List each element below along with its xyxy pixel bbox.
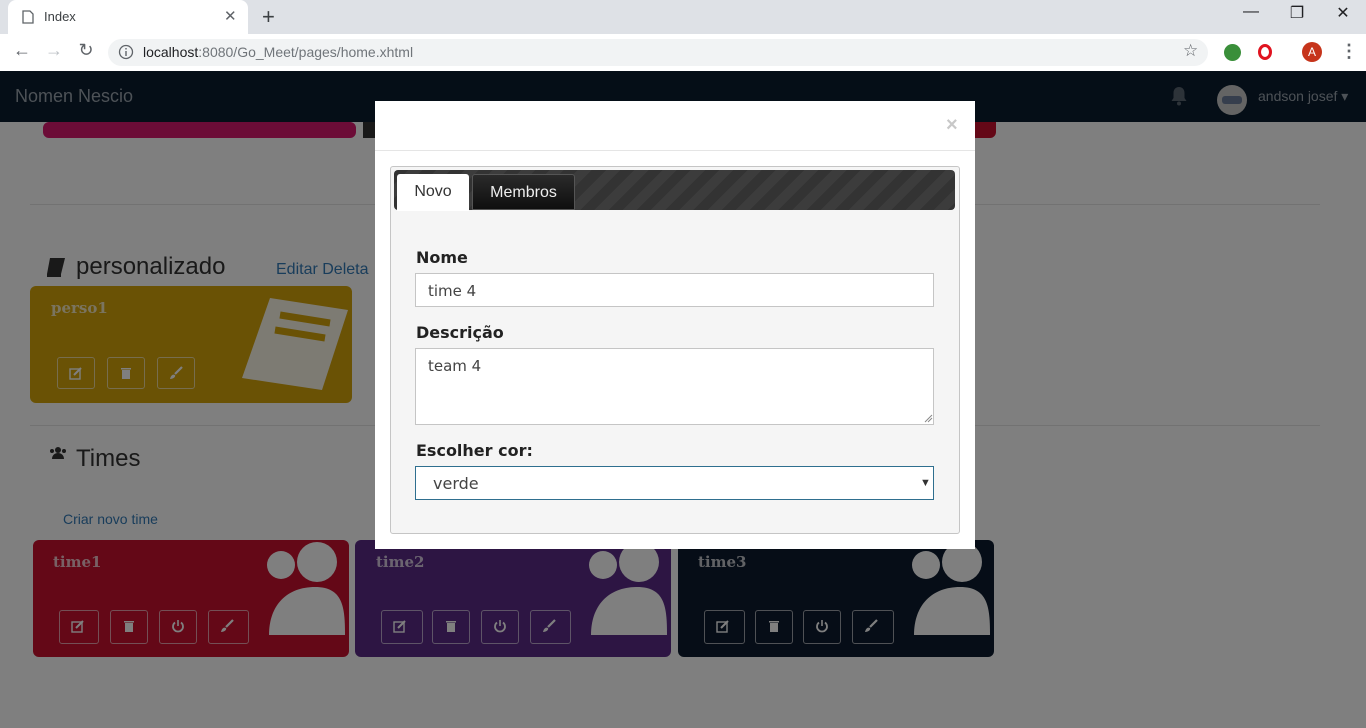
profile-avatar[interactable]: A [1302,42,1322,62]
minimize-icon[interactable]: — [1228,3,1274,21]
reload-icon[interactable]: ↻ [74,40,98,61]
new-tab-button[interactable]: + [262,4,275,30]
back-icon[interactable]: ← [10,40,34,61]
forward-icon[interactable]: → [42,40,66,61]
modal-header-divider [375,150,975,151]
restore-icon[interactable]: ❐ [1274,3,1320,23]
opera-extension-icon[interactable] [1258,44,1272,60]
resize-handle-icon[interactable] [924,414,933,423]
tab-novo[interactable]: Novo [397,174,469,211]
url-text[interactable]: localhost:8080/Go_Meet/pages/home.xhtml [143,44,413,60]
close-window-icon[interactable]: ✕ [1320,3,1366,23]
tab-close-icon[interactable]: ✕ [224,7,237,25]
chevron-down-icon: ▼ [920,477,931,489]
menu-dots-icon[interactable]: ⋮ [1340,41,1358,62]
cor-label: Escolher cor: [416,441,533,460]
page-icon [22,10,34,24]
descricao-textarea[interactable]: team 4 [415,348,934,425]
nome-input[interactable]: time 4 [415,273,934,307]
nome-label: Nome [416,248,468,267]
info-icon[interactable] [118,44,134,60]
modal-close-icon[interactable]: × [946,114,958,137]
tab-membros[interactable]: Membros [472,174,575,210]
descricao-label: Descrição [416,323,504,342]
bookmark-star-icon[interactable]: ☆ [1183,41,1198,61]
cor-select[interactable]: verde [415,466,934,500]
tab-title: Index [44,9,76,24]
extension-globe-icon[interactable] [1224,44,1241,61]
